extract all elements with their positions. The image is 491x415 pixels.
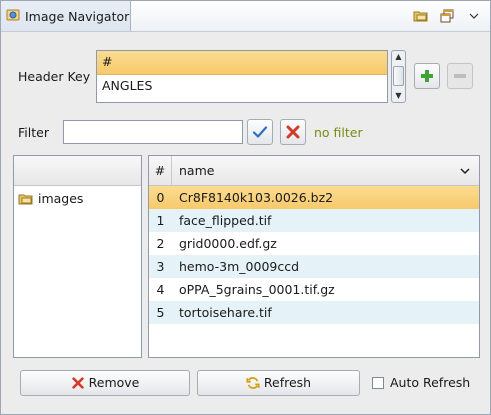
minus-icon	[454, 74, 466, 78]
row-number: 4	[156, 282, 165, 297]
scroll-down-icon[interactable]: ▼	[393, 91, 404, 101]
header-key-label: Header Key	[18, 69, 91, 84]
remove-button[interactable]: Remove	[20, 370, 190, 396]
row-number: 3	[156, 259, 165, 274]
auto-refresh-label: Auto Refresh	[390, 375, 471, 390]
row-filename: tortoisehare.tif	[179, 305, 272, 320]
filter-label: Filter	[18, 125, 49, 140]
row-filename: hemo-3m_0009ccd	[179, 259, 300, 274]
red-x-icon	[71, 377, 84, 389]
folder-tree[interactable]: images	[13, 155, 142, 358]
scroll-thumb[interactable]	[393, 66, 404, 86]
restore-windows-icon[interactable]	[439, 8, 455, 24]
remove-button-label: Remove	[88, 375, 140, 390]
table-row[interactable]: 4 oPPA_5grains_0001.tif.gz	[149, 278, 479, 301]
header-key-item[interactable]: #	[97, 51, 387, 75]
table-row[interactable]: 2 grid0000.edf.gz	[149, 232, 479, 255]
table-row[interactable]: 3 hemo-3m_0009ccd	[149, 255, 479, 278]
add-header-key-button[interactable]	[414, 63, 440, 89]
row-filename: grid0000.edf.gz	[179, 236, 277, 251]
view-tab-bar: Image Navigator	[1, 1, 490, 32]
red-x-icon	[286, 125, 300, 139]
tab-image-navigator[interactable]: Image Navigator	[1, 1, 131, 31]
row-filename: face_flipped.tif	[179, 213, 272, 228]
table-row[interactable]: 5 tortoisehare.tif	[149, 301, 479, 324]
view-title: Image Navigator	[25, 9, 130, 24]
header-key-scrollbar[interactable]: ▲ ▼	[391, 50, 406, 103]
row-filename: oPPA_5grains_0001.tif.gz	[179, 282, 335, 297]
column-header-name[interactable]: name	[179, 156, 214, 185]
image-file-table[interactable]: # name 0 Cr8F8140k103.0026.bz2 1 face_fl…	[148, 155, 480, 358]
table-row[interactable]: 0 Cr8F8140k103.0026.bz2	[149, 186, 479, 209]
image-navigator-view: Image Navigator Header Key # ANGLES ▲ ▼	[0, 0, 491, 415]
remove-header-key-button[interactable]	[447, 63, 473, 89]
auto-refresh-checkbox[interactable]	[372, 377, 384, 389]
table-header: # name	[149, 156, 479, 186]
tree-header	[14, 156, 141, 186]
header-key-item[interactable]: ANGLES	[97, 75, 387, 99]
row-number: 2	[156, 236, 165, 251]
chevron-down-icon[interactable]	[459, 165, 471, 177]
plus-icon	[421, 70, 433, 82]
row-filename: Cr8F8140k103.0026.bz2	[179, 190, 334, 205]
refresh-button[interactable]: Refresh	[197, 370, 360, 396]
column-header-number[interactable]: #	[149, 156, 172, 185]
table-row[interactable]: 1 face_flipped.tif	[149, 209, 479, 232]
open-folder-icon[interactable]	[413, 8, 429, 24]
checkmark-icon	[252, 126, 268, 138]
header-key-list[interactable]: # ANGLES	[96, 50, 388, 103]
refresh-button-label: Refresh	[263, 375, 312, 390]
row-number: 0	[156, 190, 165, 205]
filter-status: no filter	[314, 125, 363, 140]
view-menu-chevron-icon[interactable]	[466, 8, 482, 24]
tree-item-label: images	[38, 191, 84, 206]
apply-filter-button[interactable]	[247, 119, 273, 145]
clear-filter-button[interactable]	[280, 119, 306, 145]
image-navigator-icon	[6, 9, 20, 21]
table-body: 0 Cr8F8140k103.0026.bz2 1 face_flipped.t…	[149, 186, 479, 324]
row-number: 1	[156, 213, 165, 228]
refresh-icon	[246, 377, 260, 389]
scroll-up-icon[interactable]: ▲	[393, 52, 404, 62]
folder-icon	[18, 194, 33, 205]
filter-input[interactable]	[63, 120, 243, 144]
row-number: 5	[156, 305, 165, 320]
